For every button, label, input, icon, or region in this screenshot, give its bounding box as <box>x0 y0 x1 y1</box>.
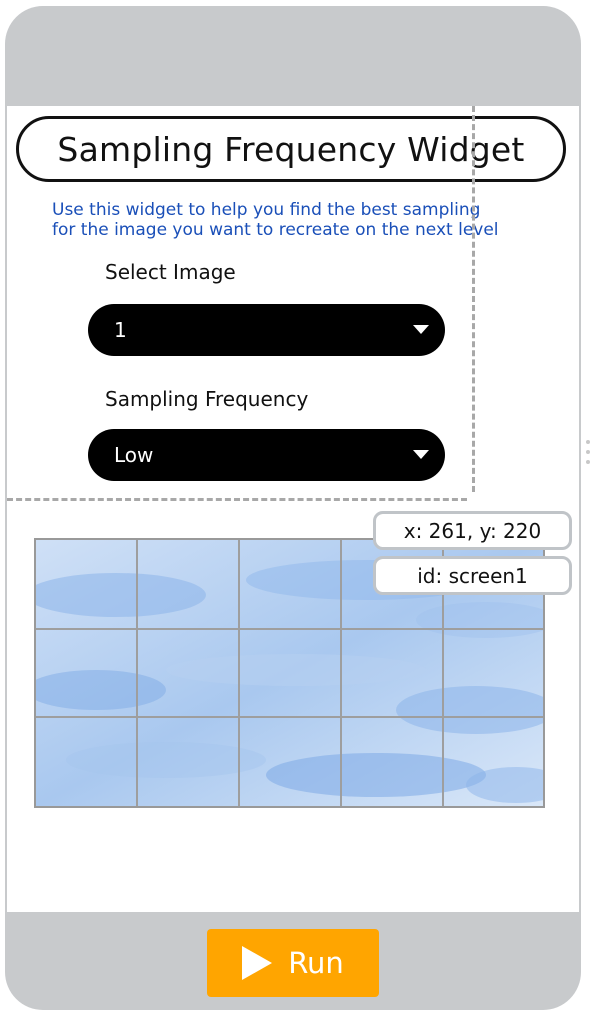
layout-guide-vertical <box>472 106 475 492</box>
sampling-frequency-label: Sampling Frequency <box>105 387 309 411</box>
grid-line <box>36 716 543 718</box>
sampling-frequency-dropdown[interactable]: Low <box>88 429 445 481</box>
handle-dot <box>586 450 590 454</box>
resize-handle[interactable] <box>586 440 591 468</box>
select-image-label: Select Image <box>105 260 236 284</box>
coordinates-tooltip: x: 261, y: 220 <box>373 511 572 550</box>
handle-dot <box>586 460 590 464</box>
instructions-line-1: Use this widget to help you find the bes… <box>52 200 481 220</box>
grid-line <box>340 540 342 806</box>
layout-guide-horizontal <box>7 498 467 501</box>
chevron-down-icon <box>413 450 429 459</box>
select-image-value: 1 <box>114 318 127 342</box>
grid-line <box>238 540 240 806</box>
handle-dot <box>586 440 590 444</box>
instructions-line-2: for the image you want to recreate on th… <box>52 220 499 240</box>
device-frame: Sampling Frequency Widget Use this widge… <box>5 6 581 1010</box>
instructions-text: Use this widget to help you find the bes… <box>52 200 532 240</box>
grid-line <box>136 540 138 806</box>
run-button[interactable]: Run <box>207 929 379 997</box>
chevron-down-icon <box>413 325 429 334</box>
sampling-frequency-value: Low <box>114 443 154 467</box>
title-box: Sampling Frequency Widget <box>16 116 566 182</box>
element-id-tooltip: id: screen1 <box>373 556 572 595</box>
page-title: Sampling Frequency Widget <box>57 129 525 169</box>
play-icon <box>242 946 273 980</box>
grid-line <box>36 628 543 630</box>
select-image-dropdown[interactable]: 1 <box>88 304 445 356</box>
app-screen: Sampling Frequency Widget Use this widge… <box>7 106 579 912</box>
run-button-label: Run <box>288 946 344 980</box>
